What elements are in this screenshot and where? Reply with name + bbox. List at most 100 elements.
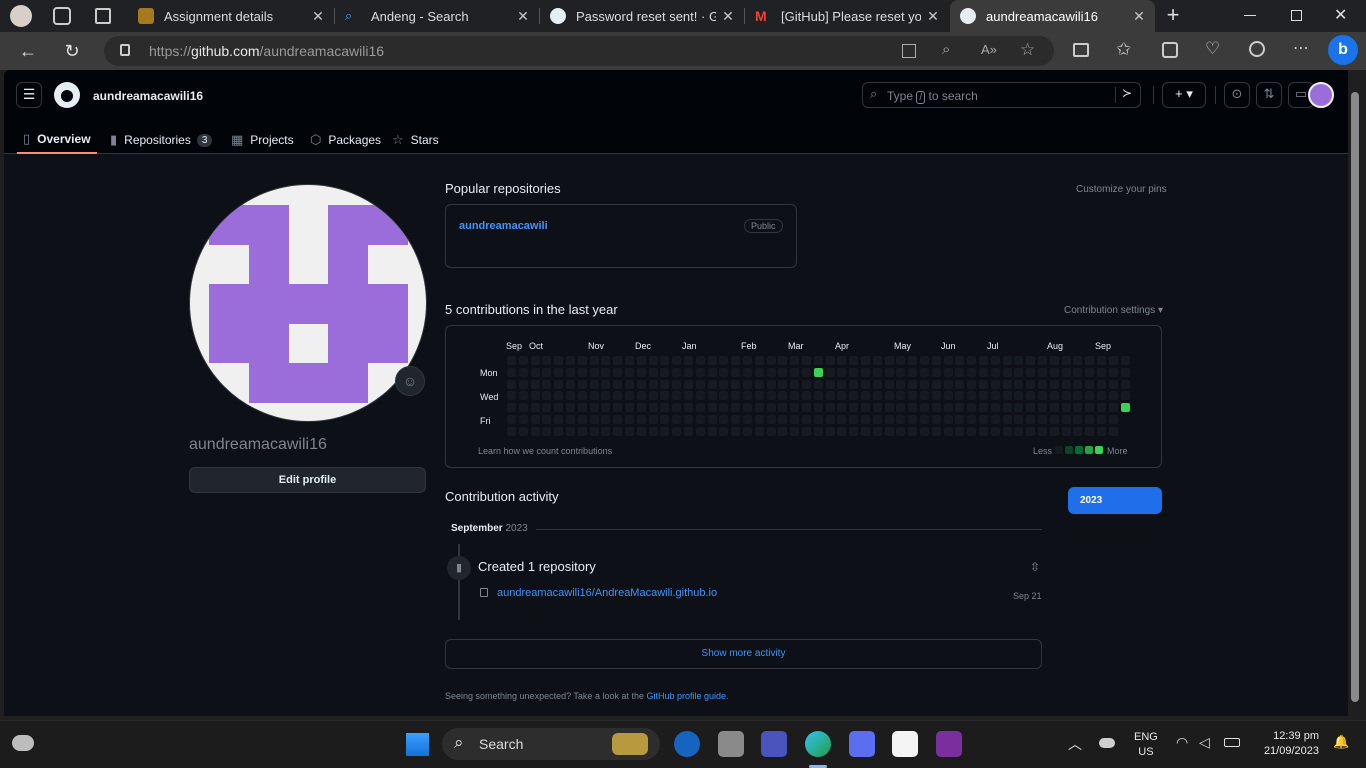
contribution-day[interactable] <box>1120 391 1130 401</box>
store-icon[interactable] <box>892 731 918 757</box>
contribution-day[interactable] <box>589 403 599 413</box>
contribution-day[interactable] <box>660 379 670 389</box>
restore-icon[interactable] <box>1291 10 1302 21</box>
learn-contributions-link[interactable]: Learn how we count contributions <box>478 446 612 456</box>
contribution-day[interactable] <box>884 415 894 424</box>
contribution-day[interactable] <box>908 403 918 413</box>
contribution-day[interactable] <box>967 426 977 436</box>
contribution-day[interactable] <box>719 426 729 436</box>
contribution-day[interactable] <box>1002 391 1012 401</box>
contribution-day[interactable] <box>849 367 859 377</box>
contribution-day[interactable] <box>542 391 552 401</box>
contribution-day[interactable] <box>707 426 717 436</box>
contribution-day[interactable] <box>1085 403 1095 413</box>
contribution-day[interactable] <box>518 415 528 424</box>
contribution-day[interactable] <box>1073 415 1083 424</box>
contribution-day[interactable] <box>1002 367 1012 377</box>
contribution-day[interactable] <box>566 391 575 401</box>
contribution-day[interactable] <box>790 415 800 424</box>
hamburger-menu-icon[interactable]: ☰ <box>16 82 42 108</box>
contribution-day[interactable] <box>530 391 540 401</box>
contribution-day[interactable] <box>872 379 882 389</box>
contribution-day[interactable] <box>979 391 988 401</box>
contribution-day[interactable] <box>1120 356 1130 365</box>
contribution-day[interactable] <box>896 391 906 401</box>
contribution-day[interactable] <box>908 356 918 365</box>
contribution-day[interactable] <box>695 356 705 365</box>
split-screen-icon[interactable] <box>1073 43 1089 57</box>
contribution-day[interactable] <box>1049 403 1059 413</box>
contribution-day[interactable] <box>507 379 516 389</box>
contribution-day[interactable] <box>813 379 823 389</box>
contribution-day[interactable] <box>790 367 800 377</box>
contribution-day[interactable] <box>802 426 811 436</box>
contribution-day[interactable] <box>731 367 741 377</box>
contribution-day[interactable] <box>825 403 835 413</box>
contribution-day[interactable] <box>931 403 941 413</box>
contribution-day[interactable] <box>684 426 693 436</box>
teams-icon[interactable] <box>761 731 787 757</box>
contribution-day[interactable] <box>613 356 623 365</box>
contribution-day[interactable] <box>766 403 776 413</box>
contribution-day[interactable] <box>931 356 941 365</box>
contribution-day[interactable] <box>507 367 516 377</box>
contribution-day[interactable] <box>1038 403 1047 413</box>
create-new-button[interactable]: + ▾ <box>1162 82 1206 108</box>
contribution-day[interactable] <box>743 415 752 424</box>
contribution-day[interactable] <box>931 367 941 377</box>
copilot-icon[interactable]: b <box>1328 35 1358 65</box>
contribution-day[interactable] <box>849 426 859 436</box>
contribution-day[interactable] <box>695 426 705 436</box>
contribution-day[interactable] <box>979 379 988 389</box>
contribution-day[interactable] <box>1038 356 1047 365</box>
contribution-day[interactable] <box>1049 356 1059 365</box>
contribution-day[interactable] <box>990 403 1000 413</box>
contribution-day[interactable] <box>1026 356 1036 365</box>
contribution-day[interactable] <box>554 415 564 424</box>
contribution-day[interactable] <box>896 367 906 377</box>
contribution-day[interactable] <box>1097 426 1106 436</box>
contribution-day[interactable] <box>518 426 528 436</box>
contribution-day[interactable] <box>1038 415 1047 424</box>
contribution-day[interactable] <box>861 415 870 424</box>
contribution-day[interactable] <box>601 379 611 389</box>
contribution-day[interactable] <box>684 391 693 401</box>
contribution-day[interactable] <box>625 403 634 413</box>
user-avatar[interactable] <box>1308 82 1334 108</box>
contribution-day[interactable] <box>1026 426 1036 436</box>
contribution-day[interactable] <box>625 356 634 365</box>
contribution-day[interactable] <box>530 379 540 389</box>
contribution-day[interactable] <box>837 403 847 413</box>
contribution-day[interactable] <box>943 367 953 377</box>
contribution-day[interactable] <box>1014 403 1024 413</box>
contribution-day[interactable] <box>955 356 965 365</box>
contribution-day[interactable] <box>518 367 528 377</box>
contribution-day[interactable] <box>837 356 847 365</box>
back-icon[interactable]: ← <box>16 39 40 63</box>
contribution-day[interactable] <box>1014 426 1024 436</box>
contribution-day[interactable] <box>943 426 953 436</box>
contribution-day[interactable] <box>542 426 552 436</box>
contribution-day[interactable] <box>920 426 929 436</box>
contribution-day[interactable] <box>861 367 870 377</box>
contribution-day[interactable] <box>1038 367 1047 377</box>
contribution-day[interactable] <box>979 403 988 413</box>
contribution-day[interactable] <box>872 415 882 424</box>
contribution-day[interactable] <box>1026 367 1036 377</box>
contribution-day[interactable] <box>813 391 823 401</box>
contribution-day[interactable] <box>1085 391 1095 401</box>
url-input[interactable]: https://github.com/aundreamacawili16 ⌕ A… <box>104 36 1054 66</box>
contribution-day[interactable] <box>672 391 682 401</box>
contribution-day[interactable] <box>884 379 894 389</box>
contribution-day[interactable] <box>1097 356 1106 365</box>
contribution-day[interactable] <box>778 426 788 436</box>
contribution-day[interactable] <box>1120 403 1130 413</box>
contribution-day[interactable] <box>1073 391 1083 401</box>
contribution-day[interactable] <box>920 415 929 424</box>
contribution-day[interactable] <box>872 356 882 365</box>
contribution-day[interactable] <box>884 356 894 365</box>
tab-repositories[interactable]: ▮ Repositories 3 <box>110 126 213 154</box>
event-repo-link[interactable]: aundreamacawili16/AndreaMacawili.github.… <box>497 587 717 599</box>
contribution-day[interactable] <box>1014 379 1024 389</box>
contribution-day[interactable] <box>908 367 918 377</box>
